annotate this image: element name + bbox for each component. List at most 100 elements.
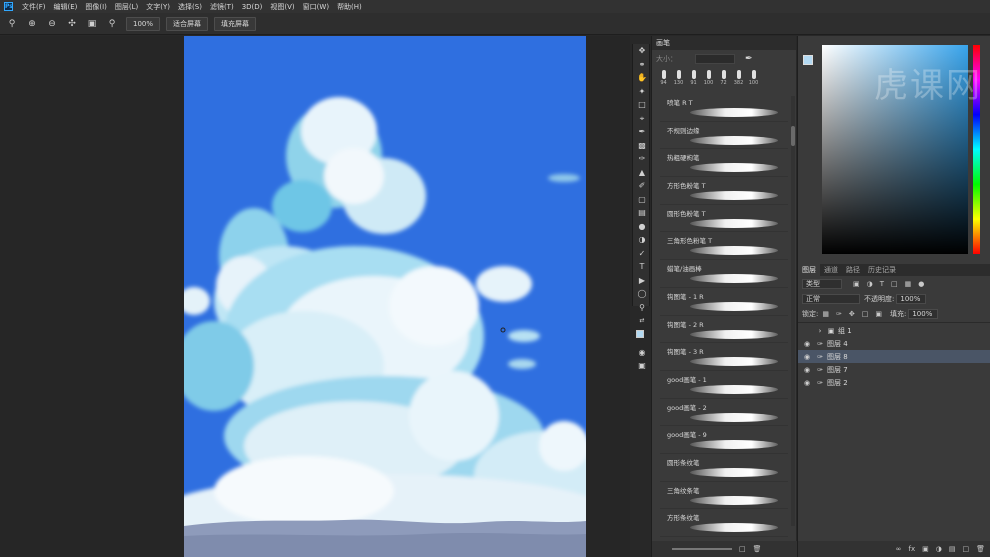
dodge-tool-icon[interactable]: ◑ xyxy=(633,233,651,247)
lock-artboard-icon[interactable]: □ xyxy=(862,310,869,318)
tab-channels[interactable]: 通道 xyxy=(820,264,842,276)
preset-brush[interactable]: 72 xyxy=(716,68,731,90)
brush-settings-icon[interactable]: ✒ xyxy=(745,54,753,64)
tab-layers[interactable]: 图层 xyxy=(798,264,820,276)
blur-tool-icon[interactable]: ● xyxy=(633,220,651,234)
eye-icon[interactable]: ◉ xyxy=(802,353,812,361)
quick-mask-icon[interactable]: ◉ xyxy=(633,346,651,360)
eye-icon[interactable]: ◉ xyxy=(802,379,812,387)
brush-item[interactable]: 方形色粉笔 T xyxy=(660,177,788,205)
preset-brush[interactable]: 382 xyxy=(731,68,746,90)
trash-icon[interactable]: 🗑 xyxy=(976,545,985,553)
brush-size-slider[interactable] xyxy=(672,548,732,550)
filter-smart-icon[interactable]: ▦ xyxy=(905,280,912,288)
zoom-tool-icon[interactable]: ⚲ xyxy=(633,301,651,315)
brush-item[interactable]: 蜡笔/油画棒 xyxy=(660,260,788,288)
layer-row-selected[interactable]: ◉ ✑ 图层 8 xyxy=(798,350,990,363)
scrubby-zoom-icon[interactable]: ⚲ xyxy=(106,18,118,30)
mask-icon[interactable]: ▣ xyxy=(922,545,929,553)
marquee-tool-icon[interactable]: □ xyxy=(633,98,651,112)
swap-colors-icon[interactable]: ⇄ xyxy=(633,314,651,328)
crop-tool-icon[interactable]: ⌖ xyxy=(633,112,651,126)
brush-item[interactable]: 不规则边缘 xyxy=(660,122,788,150)
new-brush-icon[interactable]: □ xyxy=(739,545,746,553)
brush-tool-icon[interactable]: ✑ xyxy=(633,152,651,166)
brush-item[interactable]: 三角纹条笔 xyxy=(660,482,788,510)
brush-item[interactable]: 圆形色粉笔 T xyxy=(660,205,788,233)
shape-tool-icon[interactable]: ◯ xyxy=(633,287,651,301)
layer-row[interactable]: ◉ ✑ 图层 2 xyxy=(798,376,990,389)
brush-item[interactable]: 钩图笔 - 1 R xyxy=(660,288,788,316)
menu-layer[interactable]: 图层(L) xyxy=(115,2,138,12)
menu-image[interactable]: 图像(I) xyxy=(85,2,107,12)
gradient-tool-icon[interactable]: ▤ xyxy=(633,206,651,220)
brush-item[interactable]: 方形条纹笔 xyxy=(660,509,788,537)
brush-item[interactable]: 钩图笔 - 2 R xyxy=(660,316,788,344)
screen-mode-icon[interactable]: ▣ xyxy=(633,359,651,373)
zoom-in-icon[interactable]: ⊕ xyxy=(26,18,38,30)
menu-file[interactable]: 文件(F) xyxy=(22,2,46,12)
layer-row[interactable]: ◉ ✑ 图层 7 xyxy=(798,363,990,376)
foreground-color-swatch[interactable] xyxy=(803,55,813,65)
folder-icon[interactable]: ▤ xyxy=(949,545,956,553)
eye-icon[interactable]: ◉ xyxy=(802,366,812,374)
menu-edit[interactable]: 编辑(E) xyxy=(54,2,78,12)
fill-input[interactable]: 100% xyxy=(908,308,939,319)
size-input[interactable] xyxy=(695,54,735,64)
color-picker-field[interactable] xyxy=(822,45,968,254)
link-icon[interactable]: ∞ xyxy=(896,545,902,553)
zoom-out-icon[interactable]: ⊖ xyxy=(46,18,58,30)
opacity-input[interactable]: 100% xyxy=(896,293,927,304)
pen-tool-icon[interactable]: ✓ xyxy=(633,247,651,261)
brush-item[interactable]: good画笔 - 9 xyxy=(660,426,788,454)
menu-type[interactable]: 文字(Y) xyxy=(146,2,170,12)
healing-brush-icon[interactable]: ▩ xyxy=(633,139,651,153)
chevron-right-icon[interactable]: › xyxy=(816,327,824,335)
resize-windows-icon[interactable]: ✣ xyxy=(66,18,78,30)
adjustment-icon[interactable]: ◑ xyxy=(936,545,942,553)
menu-view[interactable]: 视图(V) xyxy=(270,2,294,12)
zoom-value-button[interactable]: 100% xyxy=(126,16,161,31)
lock-all-icon[interactable]: ▣ xyxy=(875,310,882,318)
zoom-all-windows-icon[interactable]: ▣ xyxy=(86,18,98,30)
brushes-tab[interactable]: 画笔 xyxy=(652,36,796,50)
tab-history[interactable]: 历史记录 xyxy=(864,264,900,276)
scrollbar-thumb[interactable] xyxy=(791,126,795,146)
path-selection-icon[interactable]: ▶ xyxy=(633,274,651,288)
new-layer-icon[interactable]: □ xyxy=(962,545,969,553)
menu-help[interactable]: 帮助(H) xyxy=(337,2,362,12)
brush-item[interactable]: 钩图笔 - 3 R xyxy=(660,343,788,371)
eraser-icon[interactable]: ▢ xyxy=(633,193,651,207)
type-tool-icon[interactable]: T xyxy=(633,260,651,274)
eyedropper-icon[interactable]: ✒ xyxy=(633,125,651,139)
menu-3d[interactable]: 3D(D) xyxy=(242,3,263,11)
preset-brush[interactable]: 100 xyxy=(701,68,716,90)
filter-adjust-icon[interactable]: ◑ xyxy=(867,280,873,288)
lock-pixels-icon[interactable]: ✑ xyxy=(836,310,842,318)
brush-item[interactable]: 热粗硬枸笔 xyxy=(660,149,788,178)
brush-item[interactable]: good画笔 - 1 xyxy=(660,371,788,399)
lasso-tool-icon[interactable]: ⚭ xyxy=(633,58,651,72)
brush-item[interactable]: 圆形条纹笔 xyxy=(660,454,788,482)
blend-mode-select[interactable]: 正常 xyxy=(802,293,860,304)
preset-brush[interactable]: 94 xyxy=(656,68,671,90)
brush-item[interactable]: 喷笔 R T xyxy=(660,94,788,122)
layer-row[interactable]: ◉ ✑ 图层 4 xyxy=(798,337,990,350)
zoom-tool-icon[interactable]: ⚲ xyxy=(6,18,18,30)
filter-type-icon[interactable]: T xyxy=(880,280,884,288)
preset-brush[interactable]: 100 xyxy=(746,68,761,90)
fill-screen-button[interactable]: 填充屏幕 xyxy=(214,16,257,31)
lock-position-icon[interactable]: ✥ xyxy=(849,310,855,318)
hand-tool-icon[interactable]: ✋ xyxy=(633,71,651,85)
eye-icon[interactable]: ◉ xyxy=(802,340,812,348)
menu-window[interactable]: 窗口(W) xyxy=(303,2,329,12)
preset-brush[interactable]: 130 xyxy=(671,68,686,90)
hue-slider[interactable] xyxy=(973,45,980,254)
move-tool-icon[interactable]: ✥ xyxy=(633,44,651,58)
history-brush-icon[interactable]: ✐ xyxy=(633,179,651,193)
filter-shape-icon[interactable]: □ xyxy=(891,280,898,288)
brush-item[interactable]: 三角形色粉笔 T xyxy=(660,232,788,261)
color-swatches[interactable] xyxy=(633,328,651,346)
tab-paths[interactable]: 路径 xyxy=(842,264,864,276)
fit-screen-button[interactable]: 适合屏幕 xyxy=(166,16,209,31)
